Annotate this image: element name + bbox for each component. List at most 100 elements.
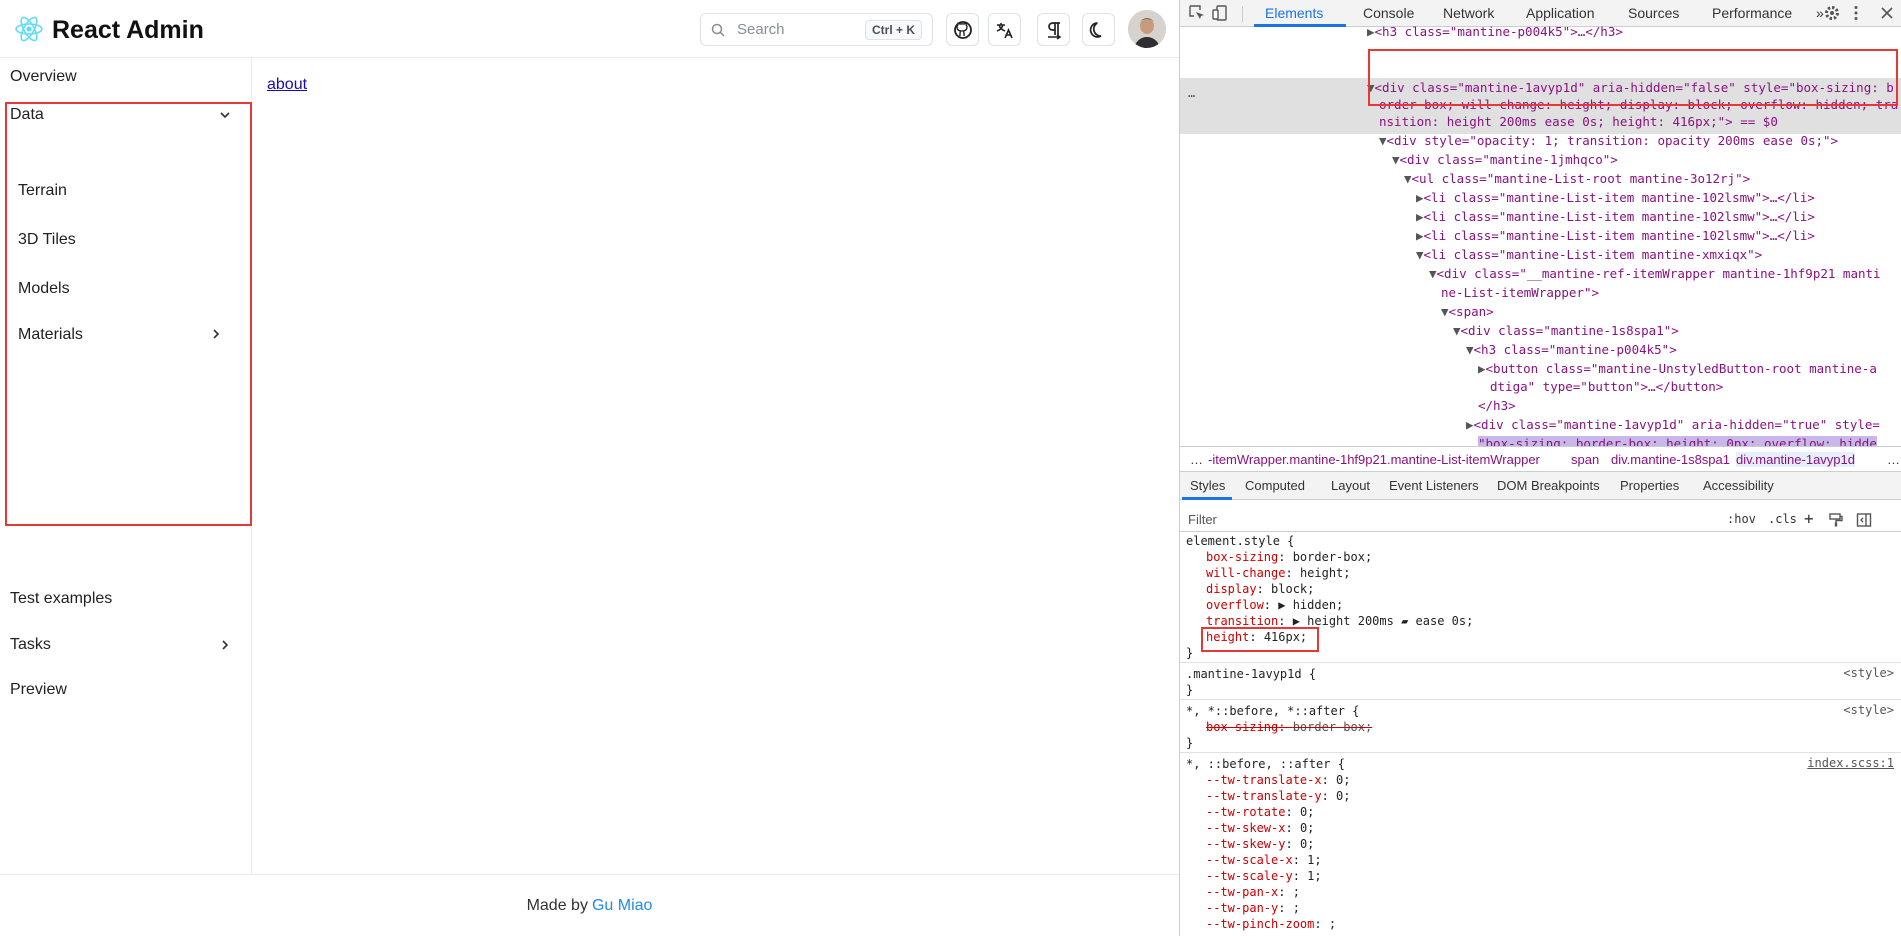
new-rule-button[interactable]: + — [1804, 509, 1814, 528]
filter-input[interactable]: Filter — [1188, 512, 1217, 527]
dom-line[interactable]: ▶<h3 class="mantine-p004k5">…</h3> — [1367, 23, 1623, 41]
tab-console[interactable]: Console — [1363, 5, 1414, 21]
style-property[interactable]: overflow: ▶ hidden; — [1206, 597, 1343, 613]
dom-line[interactable]: ▶<li class="mantine-List-item mantine-10… — [1416, 208, 1815, 226]
react-logo-icon[interactable] — [14, 14, 44, 44]
rule-selector[interactable]: *, ::before, ::after { — [1186, 756, 1345, 772]
style-property[interactable]: will-change: height; — [1206, 565, 1351, 581]
sidebar-item-test-examples[interactable]: Test examples — [10, 590, 112, 608]
style-property[interactable]: box-sizing: border-box; — [1206, 549, 1372, 565]
breadcrumb-item[interactable]: … — [1887, 452, 1900, 467]
theme-toggle-button[interactable] — [1082, 13, 1115, 46]
moon-icon — [1089, 21, 1101, 38]
dom-line[interactable]: ▶<div class="mantine-1avyp1d" aria-hidde… — [1466, 416, 1880, 434]
rule-selector[interactable]: *, *::before, *::after { — [1186, 703, 1359, 719]
tab-properties[interactable]: Properties — [1620, 478, 1679, 493]
paragraph-icon — [1047, 21, 1061, 40]
about-link[interactable]: about — [267, 76, 307, 94]
dom-line[interactable]: ▼<ul class="mantine-List-root mantine-3o… — [1404, 170, 1750, 188]
style-property[interactable]: --tw-rotate: 0; — [1206, 804, 1314, 820]
translate-icon — [996, 22, 1013, 38]
more-options-icon[interactable] — [1847, 4, 1865, 22]
dom-line[interactable]: ▶<li class="mantine-List-item mantine-10… — [1416, 189, 1815, 207]
search-button[interactable]: Search Ctrl + K — [700, 13, 933, 46]
breadcrumb-item[interactable]: -itemWrapper.mantine-1hf9p21.mantine-Lis… — [1208, 452, 1540, 467]
dom-line[interactable]: ▼<div class="mantine-1s8spa1"> — [1453, 322, 1679, 340]
style-property[interactable]: --tw-skew-x: 0; — [1206, 820, 1314, 836]
rule-divider — [1180, 662, 1901, 663]
sidebar-item-tasks[interactable]: Tasks — [10, 636, 51, 654]
close-icon[interactable] — [1878, 4, 1896, 22]
style-property[interactable]: display: block; — [1206, 581, 1314, 597]
active-tab-indicator — [1254, 24, 1346, 27]
active-tab-indicator — [1182, 497, 1232, 500]
dom-line[interactable]: nsition: height 200ms ease 0s; height: 4… — [1379, 113, 1778, 131]
text-direction-button[interactable] — [1037, 13, 1070, 46]
avatar[interactable] — [1128, 10, 1166, 48]
dom-line[interactable]: </h3> — [1478, 397, 1516, 415]
device-toolbar-icon[interactable] — [1212, 4, 1230, 22]
dom-line[interactable]: ▼<div class="__mantine-ref-itemWrapper m… — [1429, 265, 1881, 283]
dom-line[interactable]: ▼<span> — [1441, 303, 1494, 321]
dom-line[interactable]: ▼<div class="mantine-1jmhqco"> — [1392, 151, 1618, 169]
tab-performance[interactable]: Performance — [1712, 5, 1792, 21]
tab-sources[interactable]: Sources — [1628, 5, 1679, 21]
tab-application[interactable]: Application — [1526, 5, 1595, 21]
dom-line[interactable]: ▶<button class="mantine-UnstyledButton-r… — [1478, 360, 1877, 378]
language-button[interactable] — [988, 13, 1021, 46]
style-property[interactable]: --tw-skew-y: 0; — [1206, 836, 1314, 852]
style-property[interactable]: --tw-translate-x: 0; — [1206, 772, 1351, 788]
breadcrumb-item-active[interactable]: div.mantine-1avyp1d — [1736, 452, 1855, 467]
dom-line[interactable]: ▼<h3 class="mantine-p004k5"> — [1466, 341, 1677, 359]
breadcrumb-item[interactable]: div.mantine-1s8spa1 — [1611, 452, 1730, 467]
footer-made-by: Made by — [526, 896, 588, 914]
toolbar-divider — [1242, 6, 1243, 22]
style-property[interactable]: --tw-pan-x: ; — [1206, 884, 1300, 900]
tab-event-listeners[interactable]: Event Listeners — [1389, 478, 1479, 493]
tab-dom-breakpoints[interactable]: DOM Breakpoints — [1497, 478, 1600, 493]
breadcrumb-item[interactable]: … — [1190, 452, 1203, 467]
footer-author-link[interactable]: Gu Miao — [592, 897, 652, 915]
node-ellipsis[interactable]: … — [1188, 86, 1195, 100]
rule-selector[interactable]: .mantine-1avyp1d { — [1186, 666, 1316, 682]
hov-toggle[interactable]: :hov — [1727, 512, 1756, 526]
settings-gear-icon[interactable] — [1823, 4, 1841, 22]
search-icon — [711, 23, 725, 37]
paint-roller-icon[interactable] — [1828, 512, 1844, 528]
chevron-right-icon — [222, 640, 229, 650]
height-highlight-box — [1201, 627, 1319, 652]
sidebar-item-overview[interactable]: Overview — [10, 68, 77, 86]
inspect-element-icon[interactable] — [1188, 4, 1206, 22]
dom-highlight-box — [1368, 49, 1898, 106]
breadcrumb-item[interactable]: span — [1571, 452, 1599, 467]
style-property[interactable]: --tw-pan-y: ; — [1206, 900, 1300, 916]
style-property[interactable]: --tw-pinch-zoom: ; — [1206, 916, 1336, 932]
tab-network[interactable]: Network — [1443, 5, 1494, 21]
dom-line[interactable]: ne-List-itemWrapper"> — [1441, 284, 1599, 302]
style-property[interactable]: --tw-scale-x: 1; — [1206, 852, 1322, 868]
rule-source[interactable]: index.scss:1 — [1807, 756, 1894, 770]
dom-line[interactable]: ▶<li class="mantine-List-item mantine-10… — [1416, 227, 1815, 245]
rule-selector[interactable]: element.style { — [1186, 533, 1294, 549]
breadcrumb: … -itemWrapper.mantine-1hf9p21.mantine-L… — [1180, 446, 1901, 472]
toggle-sidebar-icon[interactable] — [1856, 512, 1872, 528]
style-property[interactable]: --tw-scale-y: 1; — [1206, 868, 1322, 884]
github-button[interactable] — [946, 13, 979, 46]
style-property[interactable]: --tw-translate-y: 0; — [1206, 788, 1351, 804]
app-header: React Admin Search Ctrl + K — [0, 0, 1179, 58]
tab-styles[interactable]: Styles — [1190, 478, 1225, 493]
tab-accessibility[interactable]: Accessibility — [1703, 478, 1774, 493]
tab-layout[interactable]: Layout — [1331, 478, 1370, 493]
dom-line[interactable]: ▼<div style="opacity: 1; transition: opa… — [1379, 132, 1838, 150]
rule-source[interactable]: <style> — [1843, 666, 1894, 680]
dom-line[interactable]: dtiga" type="button">…</button> — [1490, 378, 1723, 396]
sidebar-item-preview[interactable]: Preview — [10, 681, 67, 699]
cls-toggle[interactable]: .cls — [1768, 512, 1797, 526]
brand-title[interactable]: React Admin — [52, 16, 204, 45]
tab-computed[interactable]: Computed — [1245, 478, 1305, 493]
rule-source[interactable]: <style> — [1843, 703, 1894, 717]
dom-line[interactable]: ▼<li class="mantine-List-item mantine-xm… — [1416, 246, 1762, 264]
overridden-property[interactable]: box-sizing: border-box; — [1206, 719, 1372, 735]
tab-elements[interactable]: Elements — [1265, 5, 1323, 21]
styles-tabbar: Styles Computed Layout Event Listeners D… — [1180, 472, 1901, 500]
